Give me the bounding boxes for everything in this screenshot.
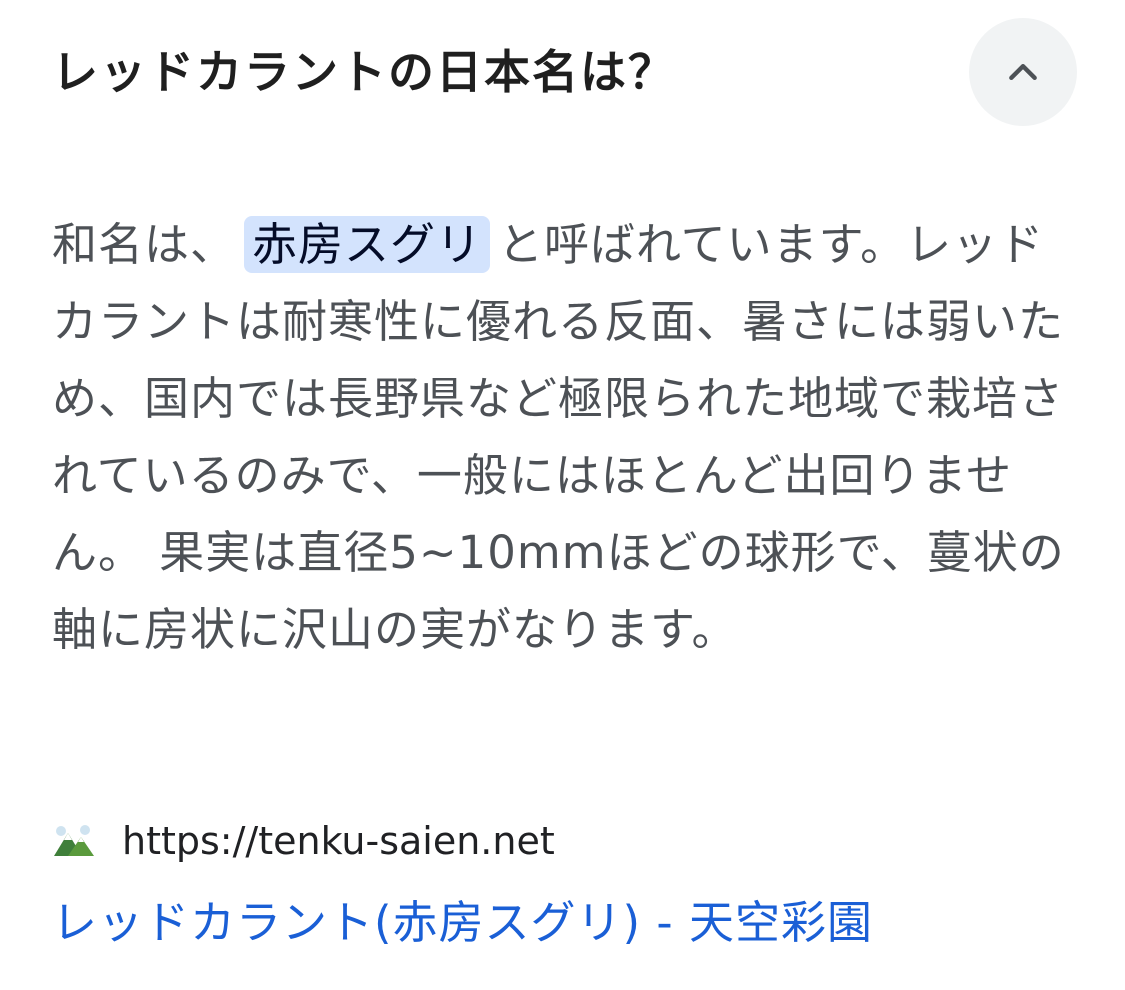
highlighted-answer: 赤房スグリ	[244, 216, 491, 273]
answer-snippet: 和名は、 赤房スグリ と呼ばれています。レッドカラントは耐寒性に優れる反面、暑さには…	[52, 206, 1082, 668]
chevron-up-icon	[1009, 64, 1037, 81]
answer-text-rest: と呼ばれています。レッドカラントは耐寒性に優れる反面、暑さには弱いため、国内では…	[52, 218, 1065, 656]
mountain-icon	[54, 825, 94, 856]
answer-text: 和名は、 赤房スグリ と呼ばれています。レッドカラントは耐寒性に優れる反面、暑さには…	[52, 206, 1082, 668]
collapse-button[interactable]	[969, 18, 1077, 126]
question-row[interactable]: レッドカラントの日本名は？	[52, 18, 1077, 126]
question-title[interactable]: レッドカラントの日本名は？	[52, 44, 676, 100]
source-url[interactable]: https://tenku-saien.net	[122, 819, 555, 863]
source-row[interactable]: https://tenku-saien.net	[52, 815, 555, 867]
answer-text-start: 和名は、	[52, 218, 237, 271]
result-title-link[interactable]: レッドカラント(赤房スグリ) - 天空彩園	[52, 893, 873, 953]
